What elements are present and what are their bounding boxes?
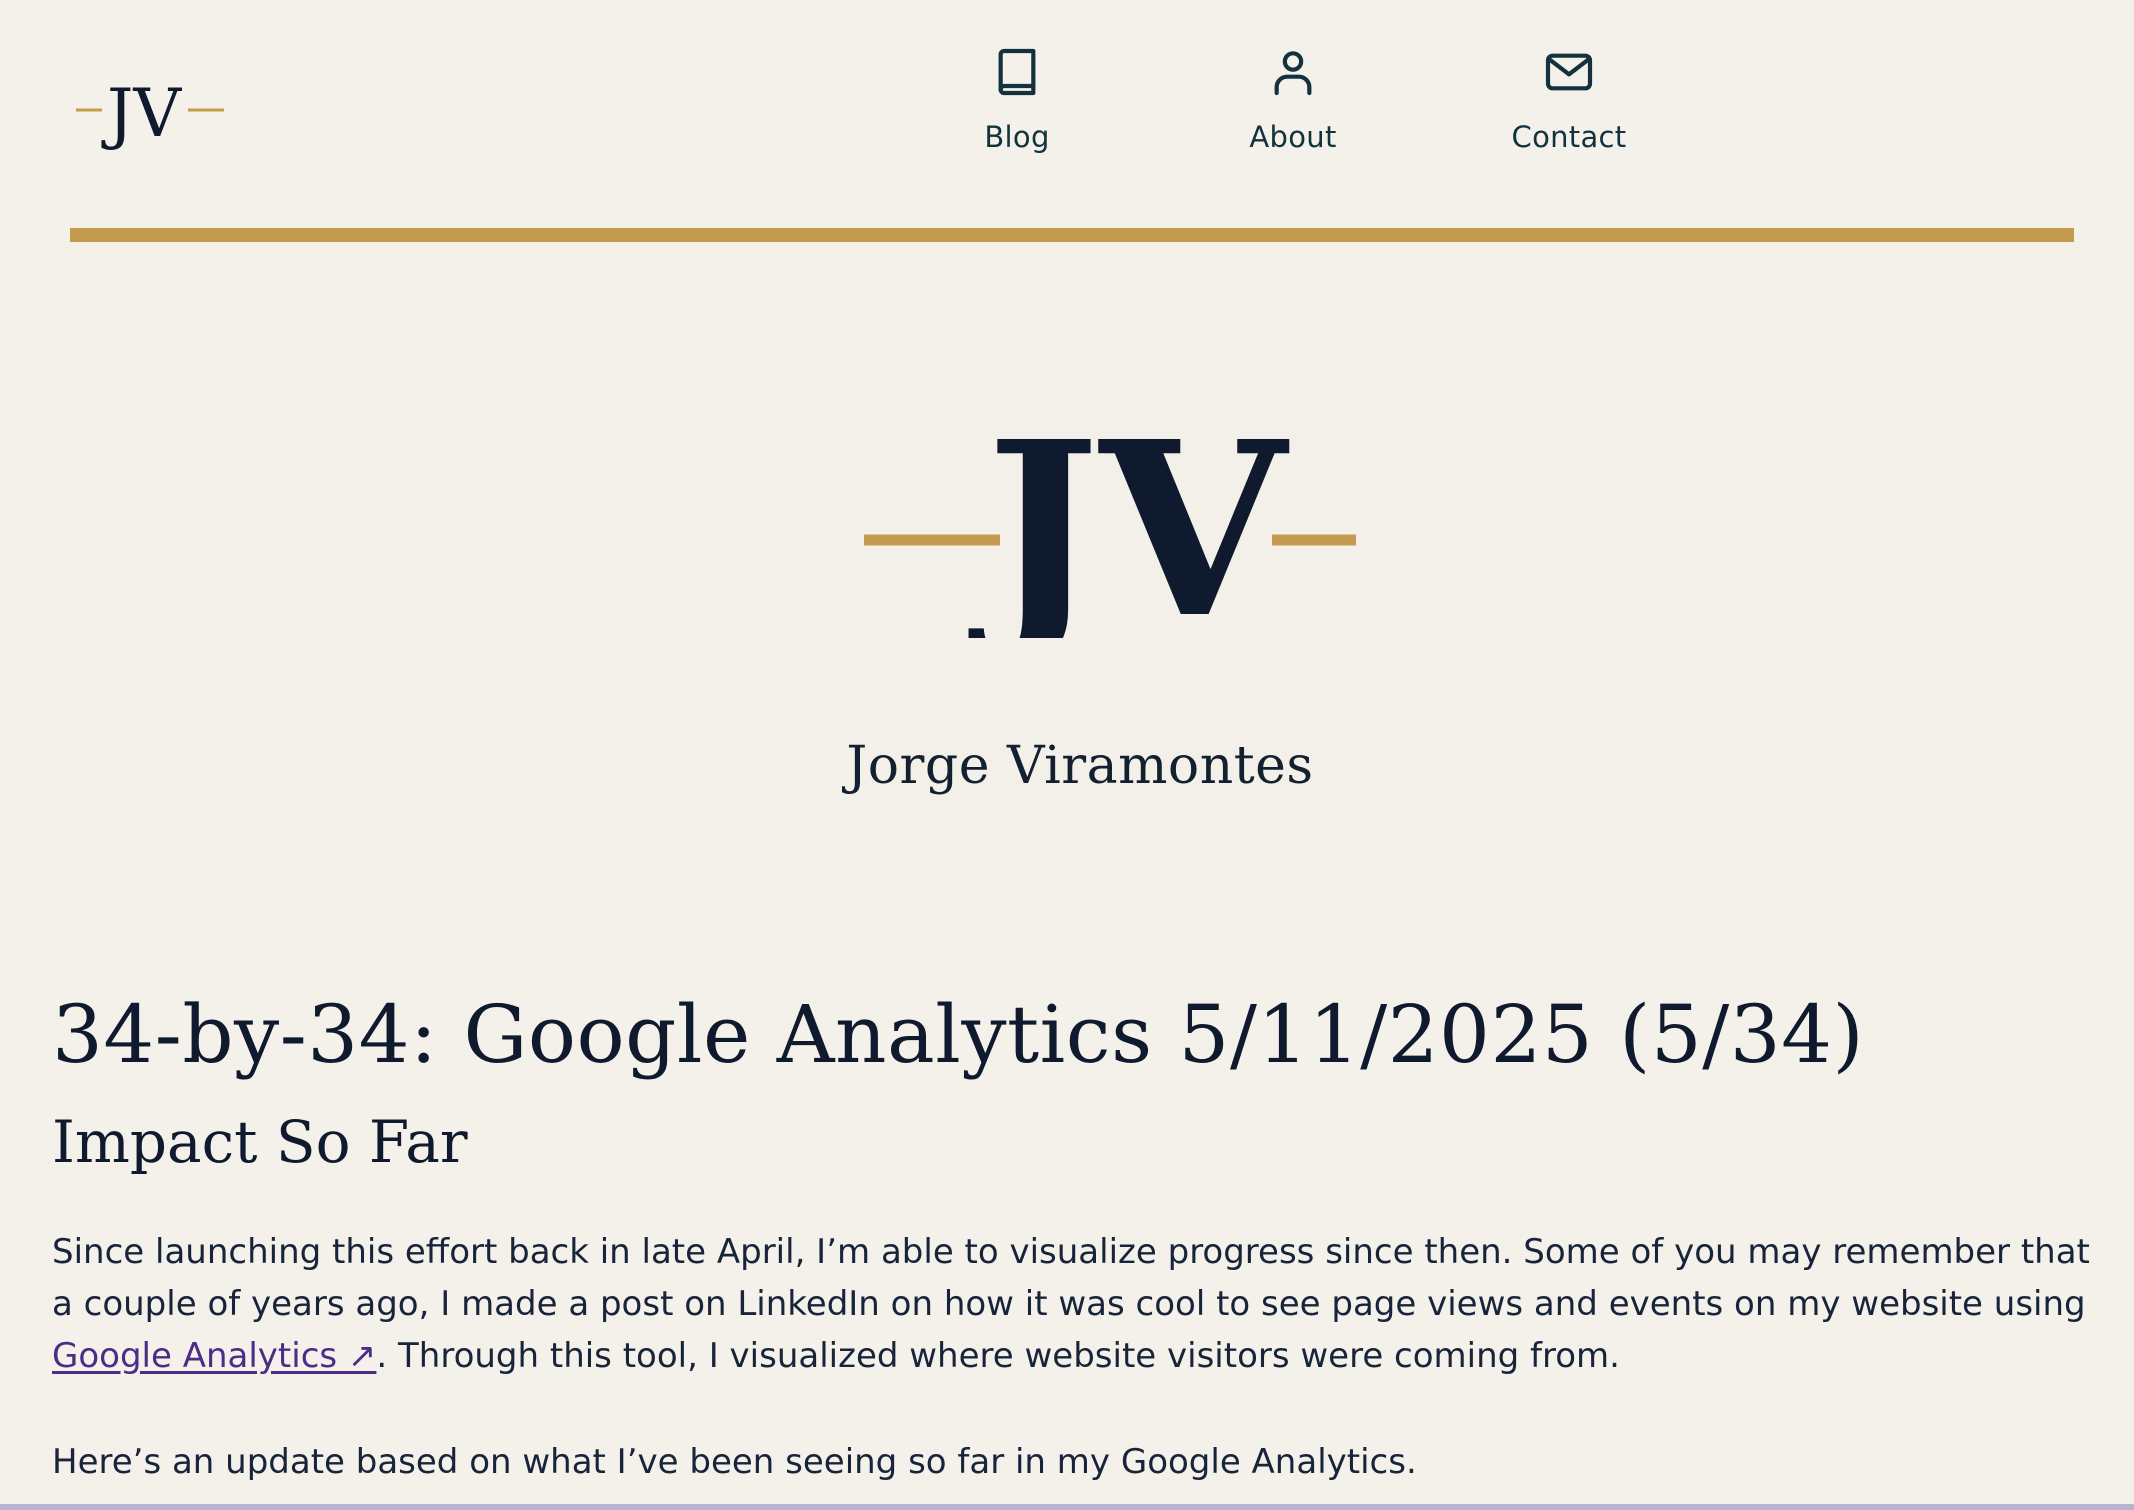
- header-divider: [70, 228, 2074, 242]
- book-icon: [998, 48, 1036, 96]
- section-heading: Impact So Far: [52, 1108, 468, 1176]
- hero-name: Jorge Viramontes: [846, 736, 1314, 796]
- nav-about[interactable]: About: [1193, 44, 1393, 154]
- mail-icon: [1545, 53, 1593, 91]
- post-paragraph-2: Here’s an update based on what I’ve been…: [52, 1442, 1417, 1482]
- paragraph-text-continued: . Through this tool, I visualized where …: [376, 1336, 1620, 1376]
- hero-logo-text: JV: [968, 428, 1290, 638]
- nav-contact-label: Contact: [1511, 120, 1627, 154]
- post-title: 34-by-34: Google Analytics 5/11/2025 (5/…: [52, 988, 1865, 1081]
- hero-logo: JV: [864, 428, 1356, 638]
- paragraph-text: Since launching this effort back in late…: [52, 1232, 2090, 1324]
- site-logo[interactable]: JV: [76, 66, 226, 156]
- user-icon: [1274, 51, 1312, 96]
- nav-blog-label: Blog: [984, 120, 1050, 154]
- blog-post: 34-by-34: Google Analytics 5/11/2025 (5/…: [52, 980, 2092, 1488]
- nav-about-label: About: [1249, 120, 1337, 154]
- nav-contact[interactable]: Contact: [1469, 44, 1669, 154]
- google-analytics-link[interactable]: Google Analytics ↗: [52, 1336, 376, 1376]
- site-logo-text: JV: [101, 75, 182, 152]
- hero-banner: JV Jorge Viramontes: [740, 318, 1420, 958]
- post-paragraph: Since launching this effort back in late…: [52, 1226, 2092, 1382]
- window-bottom-edge: [0, 1504, 2134, 1510]
- site-header: JV Blog About Contact: [0, 0, 2134, 242]
- nav-blog[interactable]: Blog: [917, 44, 1117, 154]
